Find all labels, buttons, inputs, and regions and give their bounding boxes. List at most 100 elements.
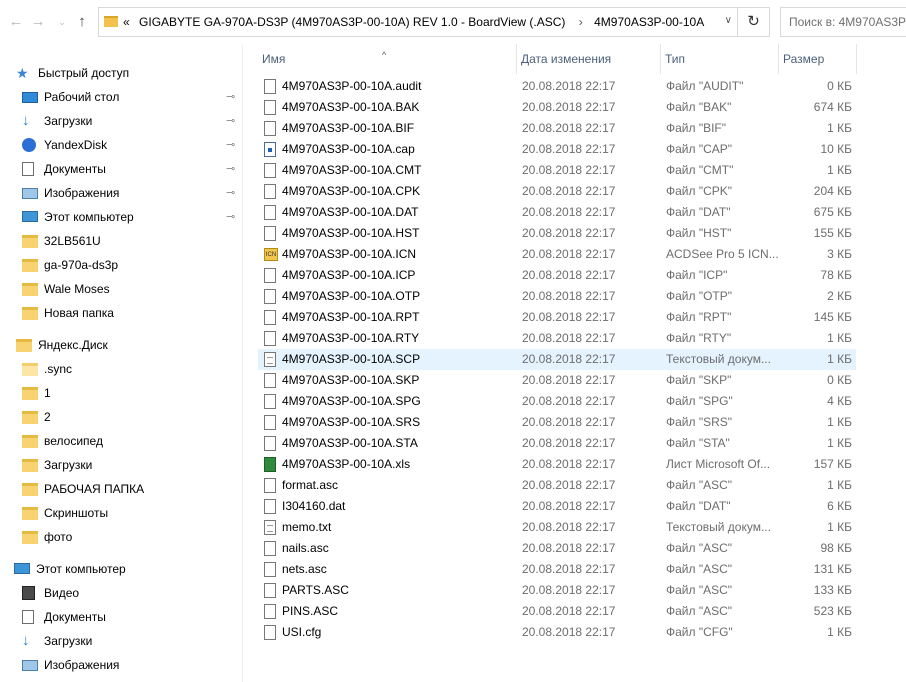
- file-row[interactable]: 4M970AS3P-00-10A.CPK 20.08.2018 22:17 Файл…: [258, 181, 856, 202]
- file-row[interactable]: 4M970AS3P-00-10A.BIF 20.08.2018 22:17 Файл…: [258, 118, 856, 139]
- breadcrumb-separator-icon[interactable]: ›: [579, 15, 583, 29]
- address-bar[interactable]: « GIGABYTE GA-970A-DS3P (4M970AS3P-00-10…: [98, 7, 770, 37]
- file-date: 20.08.2018 22:17: [522, 163, 616, 177]
- nav-yandex-item[interactable]: Скриншоты: [0, 501, 243, 525]
- file-row[interactable]: 4M970AS3P-00-10A.SKP 20.08.2018 22:17 Файл…: [258, 370, 856, 391]
- file-row[interactable]: 4M970AS3P-00-10A.SCP 20.08.2018 22:17 Текс…: [258, 349, 856, 370]
- pin-icon[interactable]: ⊸: [226, 186, 235, 199]
- nav-yandex-item[interactable]: РАБОЧАЯ ПАПКА: [0, 477, 243, 501]
- sort-ascending-icon: ^: [382, 50, 387, 60]
- file-row[interactable]: format.asc 20.08.2018 22:17 Файл "ASC" 1 КБ: [258, 475, 856, 496]
- forward-arrow-icon[interactable]: →: [28, 12, 48, 32]
- nav-item-label: Загрузки: [44, 114, 93, 128]
- file-type: Текстовый докум...: [666, 520, 771, 534]
- pin-icon[interactable]: ⊸: [226, 90, 235, 103]
- file-size: 4 КБ: [827, 394, 852, 408]
- file-date: 20.08.2018 22:17: [522, 352, 616, 366]
- file-date: 20.08.2018 22:17: [522, 310, 616, 324]
- file-row[interactable]: PINS.ASC 20.08.2018 22:17 Файл "ASC" 523 КБ: [258, 601, 856, 622]
- file-row[interactable]: 4M970AS3P-00-10A.SRS 20.08.2018 22:17 Файл…: [258, 412, 856, 433]
- nav-yandex-item[interactable]: велосипед: [0, 429, 243, 453]
- column-header-date[interactable]: Дата изменения: [517, 44, 661, 74]
- column-header-size[interactable]: Размер: [779, 44, 857, 74]
- breadcrumb-item-current[interactable]: 4M970AS3P-00-10A: [594, 15, 704, 29]
- file-row[interactable]: memo.txt 20.08.2018 22:17 Текстовый докум.…: [258, 517, 856, 538]
- nav-quick-item[interactable]: Новая папка: [0, 301, 243, 325]
- up-arrow-icon[interactable]: ↑: [72, 12, 92, 32]
- recent-locations-chevron-icon[interactable]: ⌄: [52, 12, 72, 32]
- file-type: Файл "CPK": [666, 184, 733, 198]
- nav-quick-item[interactable]: Этот компьютер ⊸: [0, 205, 243, 229]
- file-date: 20.08.2018 22:17: [522, 331, 616, 345]
- pin-icon[interactable]: ⊸: [226, 162, 235, 175]
- nav-this-pc[interactable]: Этот компьютер: [0, 557, 243, 581]
- file-icon: [264, 541, 276, 556]
- column-header-type[interactable]: Тип: [661, 44, 779, 74]
- nav-quick-item[interactable]: YandexDisk ⊸: [0, 133, 243, 157]
- search-input[interactable]: Поиск в: 4M970AS3P-: [780, 7, 906, 37]
- file-row[interactable]: 4M970AS3P-00-10A.STA 20.08.2018 22:17 Файл…: [258, 433, 856, 454]
- nav-pc-item[interactable]: Изображения: [0, 653, 243, 677]
- nav-yandex-item[interactable]: фото: [0, 525, 243, 549]
- file-row[interactable]: I304160.dat 20.08.2018 22:17 Файл "DAT" 6 К…: [258, 496, 856, 517]
- nav-quick-item[interactable]: Изображения ⊸: [0, 181, 243, 205]
- file-row[interactable]: ICN 4M970AS3P-00-10A.ICN 20.08.2018 22:17 A…: [258, 244, 856, 265]
- nav-pc-item[interactable]: Документы: [0, 605, 243, 629]
- nav-item-label: 2: [44, 410, 51, 424]
- nav-quick-item[interactable]: ga-970a-ds3p: [0, 253, 243, 277]
- pin-icon[interactable]: ⊸: [226, 138, 235, 151]
- file-row[interactable]: 4M970AS3P-00-10A.BAK 20.08.2018 22:17 Файл…: [258, 97, 856, 118]
- pin-icon[interactable]: ⊸: [226, 210, 235, 223]
- file-date: 20.08.2018 22:17: [522, 478, 616, 492]
- nav-yandex-item[interactable]: 2: [0, 405, 243, 429]
- nav-quick-item[interactable]: Документы ⊸: [0, 157, 243, 181]
- file-row[interactable]: 4M970AS3P-00-10A.cap 20.08.2018 22:17 Файл…: [258, 139, 856, 160]
- images-icon: [22, 660, 38, 671]
- file-row[interactable]: nails.asc 20.08.2018 22:17 Файл "ASC" 98 КБ: [258, 538, 856, 559]
- breadcrumb-item-boardview[interactable]: GIGABYTE GA-970A-DS3P (4M970AS3P-00-10A)…: [139, 15, 565, 29]
- excel-file-icon: [264, 457, 276, 472]
- file-row[interactable]: 4M970AS3P-00-10A.HST 20.08.2018 22:17 Файл…: [258, 223, 856, 244]
- file-icon: [264, 184, 276, 199]
- back-arrow-icon[interactable]: ←: [6, 12, 26, 32]
- file-name: 4M970AS3P-00-10A.SCP: [282, 352, 421, 366]
- refresh-icon[interactable]: ↻: [737, 8, 769, 36]
- nav-item-label: Загрузки: [44, 634, 93, 648]
- file-type: Файл "AUDIT": [666, 79, 744, 93]
- file-row[interactable]: 4M970AS3P-00-10A.xls 20.08.2018 22:17 Лист…: [258, 454, 856, 475]
- file-row[interactable]: nets.asc 20.08.2018 22:17 Файл "ASC" 131 КБ: [258, 559, 856, 580]
- file-row[interactable]: 4M970AS3P-00-10A.RTY 20.08.2018 22:17 Файл…: [258, 328, 856, 349]
- nav-quick-item[interactable]: ↓ Загрузки ⊸: [0, 109, 243, 133]
- file-row[interactable]: 4M970AS3P-00-10A.DAT 20.08.2018 22:17 Файл…: [258, 202, 856, 223]
- nav-quick-access[interactable]: ★ Быстрый доступ: [0, 61, 243, 85]
- file-row[interactable]: 4M970AS3P-00-10A.OTP 20.08.2018 22:17 Файл…: [258, 286, 856, 307]
- file-row[interactable]: USI.cfg 20.08.2018 22:17 Файл "CFG" 1 КБ: [258, 622, 856, 643]
- breadcrumb-overflow[interactable]: «: [123, 15, 130, 29]
- folder-icon: [104, 16, 118, 27]
- file-date: 20.08.2018 22:17: [522, 520, 616, 534]
- nav-yandex-disk[interactable]: Яндекс.Диск: [0, 333, 243, 357]
- nav-quick-item[interactable]: Рабочий стол ⊸: [0, 85, 243, 109]
- column-header-name[interactable]: Имя ^: [258, 44, 517, 74]
- nav-quick-item[interactable]: Wale Moses: [0, 277, 243, 301]
- nav-yandex-item[interactable]: .sync: [0, 357, 243, 381]
- file-name: 4M970AS3P-00-10A.audit: [282, 79, 422, 93]
- nav-quick-item[interactable]: 32LB561U: [0, 229, 243, 253]
- file-type: Файл "HST": [666, 226, 732, 240]
- file-row[interactable]: 4M970AS3P-00-10A.CMT 20.08.2018 22:17 Файл…: [258, 160, 856, 181]
- file-type: Файл "BIF": [666, 121, 727, 135]
- file-row[interactable]: 4M970AS3P-00-10A.ICP 20.08.2018 22:17 Файл…: [258, 265, 856, 286]
- nav-yandex-item[interactable]: Загрузки: [0, 453, 243, 477]
- nav-pc-item[interactable]: ↓ Загрузки: [0, 629, 243, 653]
- file-row[interactable]: 4M970AS3P-00-10A.audit 20.08.2018 22:17 Фа…: [258, 76, 856, 97]
- address-dropdown-icon[interactable]: ∨: [725, 15, 732, 26]
- nav-item-label: Документы: [44, 610, 106, 624]
- nav-yandex-item[interactable]: 1: [0, 381, 243, 405]
- nav-pc-item[interactable]: Видео: [0, 581, 243, 605]
- file-name: I304160.dat: [282, 499, 346, 513]
- nav-item-label: ga-970a-ds3p: [44, 258, 119, 272]
- pin-icon[interactable]: ⊸: [226, 114, 235, 127]
- file-row[interactable]: 4M970AS3P-00-10A.RPT 20.08.2018 22:17 Файл…: [258, 307, 856, 328]
- file-row[interactable]: 4M970AS3P-00-10A.SPG 20.08.2018 22:17 Файл…: [258, 391, 856, 412]
- file-row[interactable]: PARTS.ASC 20.08.2018 22:17 Файл "ASC" 133 К…: [258, 580, 856, 601]
